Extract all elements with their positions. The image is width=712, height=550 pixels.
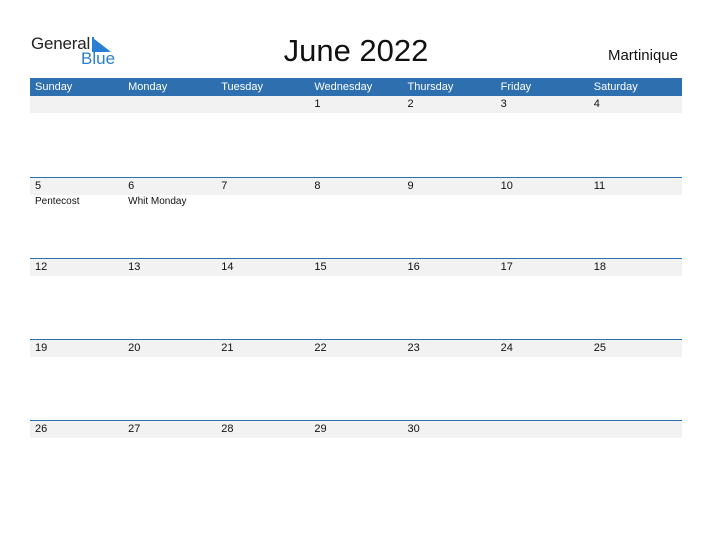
calendar-grid: Sunday Monday Tuesday Wednesday Thursday… (30, 78, 682, 501)
holiday-label (403, 195, 496, 208)
day-number: 4 (593, 98, 600, 110)
holiday-label (496, 195, 589, 208)
holiday-label (589, 195, 682, 208)
day-number: 18 (593, 261, 606, 273)
date-row: 1 2 3 4 (30, 96, 682, 113)
weekday-monday: Monday (128, 81, 168, 93)
date-row: 5 6 7 8 9 10 11 (30, 178, 682, 195)
weekday-wednesday: Wednesday (314, 81, 373, 93)
day-number: 16 (407, 261, 420, 273)
day-number: 9 (407, 180, 414, 192)
day-number: 27 (128, 423, 141, 435)
day-number: 11 (593, 180, 606, 192)
day-number (589, 421, 682, 438)
day-number: 12 (35, 261, 48, 273)
day-number: 28 (221, 423, 234, 435)
week-row: 1 2 3 4 (30, 96, 682, 177)
day-number: 14 (221, 261, 234, 273)
day-number: 20 (128, 342, 141, 354)
date-row: 26 27 28 29 30 (30, 421, 682, 438)
day-number: 15 (314, 261, 327, 273)
holiday-label: Whit Monday (128, 196, 187, 207)
day-number: 19 (35, 342, 48, 354)
day-number: 21 (221, 342, 234, 354)
weekday-sunday: Sunday (35, 81, 73, 93)
day-number: 23 (407, 342, 420, 354)
day-number: 8 (314, 180, 321, 192)
holiday-label: Pentecost (35, 196, 80, 207)
weekday-header: Sunday Monday Tuesday Wednesday Thursday… (30, 78, 682, 96)
day-number (216, 96, 309, 113)
country-name: Martinique (607, 47, 678, 64)
weekday-saturday: Saturday (593, 81, 638, 93)
day-number (30, 96, 123, 113)
day-number: 25 (593, 342, 606, 354)
week-row: 12 13 14 15 16 17 18 (30, 258, 682, 339)
weekday-friday: Friday (500, 81, 532, 93)
day-number: 26 (35, 423, 48, 435)
week-row: 5 6 7 8 9 10 11 Pentecost Whit Monday (30, 177, 682, 258)
weekday-tuesday: Tuesday (221, 81, 264, 93)
day-number: 17 (500, 261, 513, 273)
day-number: 13 (128, 261, 141, 273)
day-number: 10 (500, 180, 513, 192)
day-number: 2 (407, 98, 414, 110)
day-number (123, 96, 216, 113)
day-number: 24 (500, 342, 513, 354)
day-number (496, 421, 589, 438)
day-number: 1 (314, 98, 321, 110)
date-row: 19 20 21 22 23 24 25 (30, 340, 682, 357)
day-number: 30 (407, 423, 420, 435)
week-row: 26 27 28 29 30 (30, 420, 682, 501)
calendar-title: June 2022 (283, 33, 429, 68)
week-row: 19 20 21 22 23 24 25 (30, 339, 682, 420)
weekday-thursday: Thursday (407, 81, 454, 93)
day-number: 5 (35, 180, 42, 192)
day-number: 3 (500, 98, 507, 110)
event-row: Pentecost Whit Monday (30, 195, 682, 208)
day-number: 29 (314, 423, 327, 435)
day-number: 22 (314, 342, 327, 354)
day-number: 7 (221, 180, 228, 192)
holiday-label (216, 195, 309, 208)
day-number: 6 (128, 180, 135, 192)
date-row: 12 13 14 15 16 17 18 (30, 259, 682, 276)
holiday-label (309, 195, 402, 208)
